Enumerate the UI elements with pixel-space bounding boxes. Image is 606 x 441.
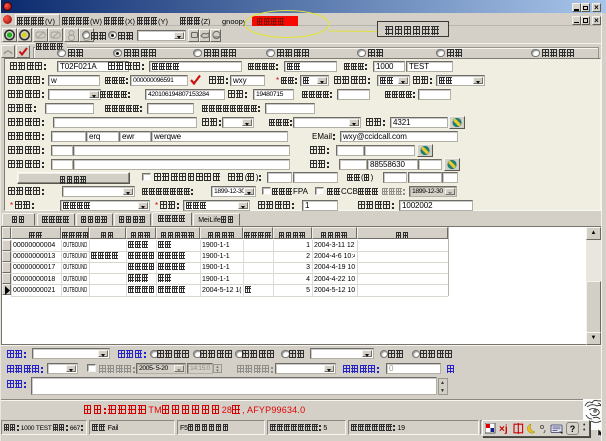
svg-text:×j: ×j (499, 424, 508, 435)
